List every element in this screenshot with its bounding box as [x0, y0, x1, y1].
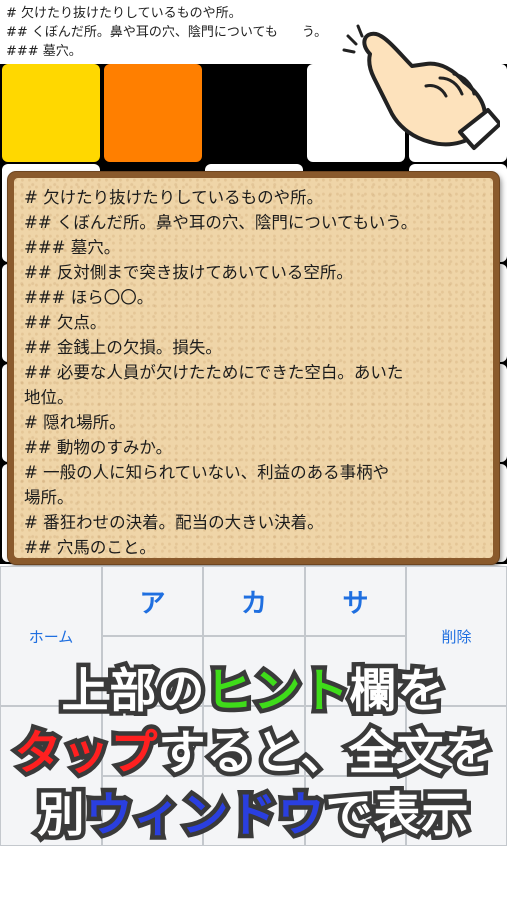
caption-text: 欄を: [345, 660, 449, 724]
hint-line-3: ### 墓穴。: [6, 44, 82, 59]
delete-key-label: 削除: [441, 627, 472, 646]
kana-key-a[interactable]: ア: [102, 566, 203, 636]
caption-line-1: 上部のヒント欄を: [0, 652, 507, 724]
caption-text: 上部の: [57, 660, 209, 724]
hint-line-2-text: ## くぼんだ所。鼻や耳の穴、陰門についても: [6, 25, 278, 40]
kana-key-sa[interactable]: サ: [305, 566, 406, 636]
popup-line: ## 必要な人員が欠けたためにできた空白。あいた: [24, 363, 404, 382]
caption-highlight-tap: タップ: [10, 722, 162, 786]
popup-line: # 番狂わせの決着。配当の大きい決着。: [24, 513, 324, 532]
caption-text: で表示: [321, 784, 473, 848]
caption-highlight-window: ウィンドウ: [81, 784, 329, 848]
kana-key-ka[interactable]: カ: [203, 566, 305, 636]
popup-line: ## くぼんだ所。鼻や耳の穴、陰門についてもいう。: [24, 213, 418, 232]
hint-popup-window[interactable]: # 欠けたり抜けたりしているものや所。 ## くぼんだ所。鼻や耳の穴、陰門につい…: [8, 172, 499, 564]
popup-line: 地位。: [24, 388, 74, 407]
popup-line: # 欠けたり抜けたりしているものや所。: [24, 188, 324, 207]
popup-line: # 隠れ場所。: [24, 413, 126, 432]
popup-line: 場所。: [24, 488, 74, 507]
hint-line-2: ## くぼんだ所。鼻や耳の穴、陰門についても う。: [6, 21, 327, 40]
popup-line: ## 金銭上の欠損。損失。: [24, 338, 222, 357]
pointing-hand-icon: [342, 24, 500, 150]
popup-line: ## 欠点。: [24, 313, 107, 332]
home-key-label: ホーム: [28, 627, 74, 646]
hint-popup-body: # 欠けたり抜けたりしているものや所。 ## くぼんだ所。鼻や耳の穴、陰門につい…: [14, 178, 493, 558]
popup-line: ## 反対側まで突き抜けてあいている空所。: [24, 263, 353, 282]
caption-text: 別: [33, 784, 89, 848]
popup-line: ### ほら〇〇。: [24, 288, 154, 307]
grid-cell-orange[interactable]: [104, 64, 202, 162]
hint-line-1: # 欠けたり抜けたりしているものや所。: [6, 6, 242, 21]
kana-key-a-label: ア: [139, 588, 166, 619]
bottom-area: [0, 846, 507, 900]
popup-line: ## 穴馬のこと。: [24, 538, 156, 557]
caption-line-3: 別ウィンドウで表示: [0, 776, 507, 848]
caption-highlight-hint: ヒント: [201, 660, 353, 724]
popup-line: ### 墓穴。: [24, 238, 121, 257]
grid-cell-yellow[interactable]: [2, 64, 100, 162]
popup-line: ## 動物のすみか。: [24, 438, 173, 457]
hint-line-2-tail: う。: [301, 25, 328, 40]
kana-key-sa-label: サ: [342, 588, 369, 619]
promo-caption: 上部のヒント欄を タップすると、全文を 別ウィンドウで表示: [0, 652, 507, 852]
popup-line: # 一般の人に知られていない、利益のある事柄や: [24, 463, 390, 482]
caption-text: すると、全文を: [154, 722, 496, 786]
caption-line-2: タップすると、全文を: [0, 714, 507, 786]
kana-key-ka-label: カ: [240, 588, 267, 619]
